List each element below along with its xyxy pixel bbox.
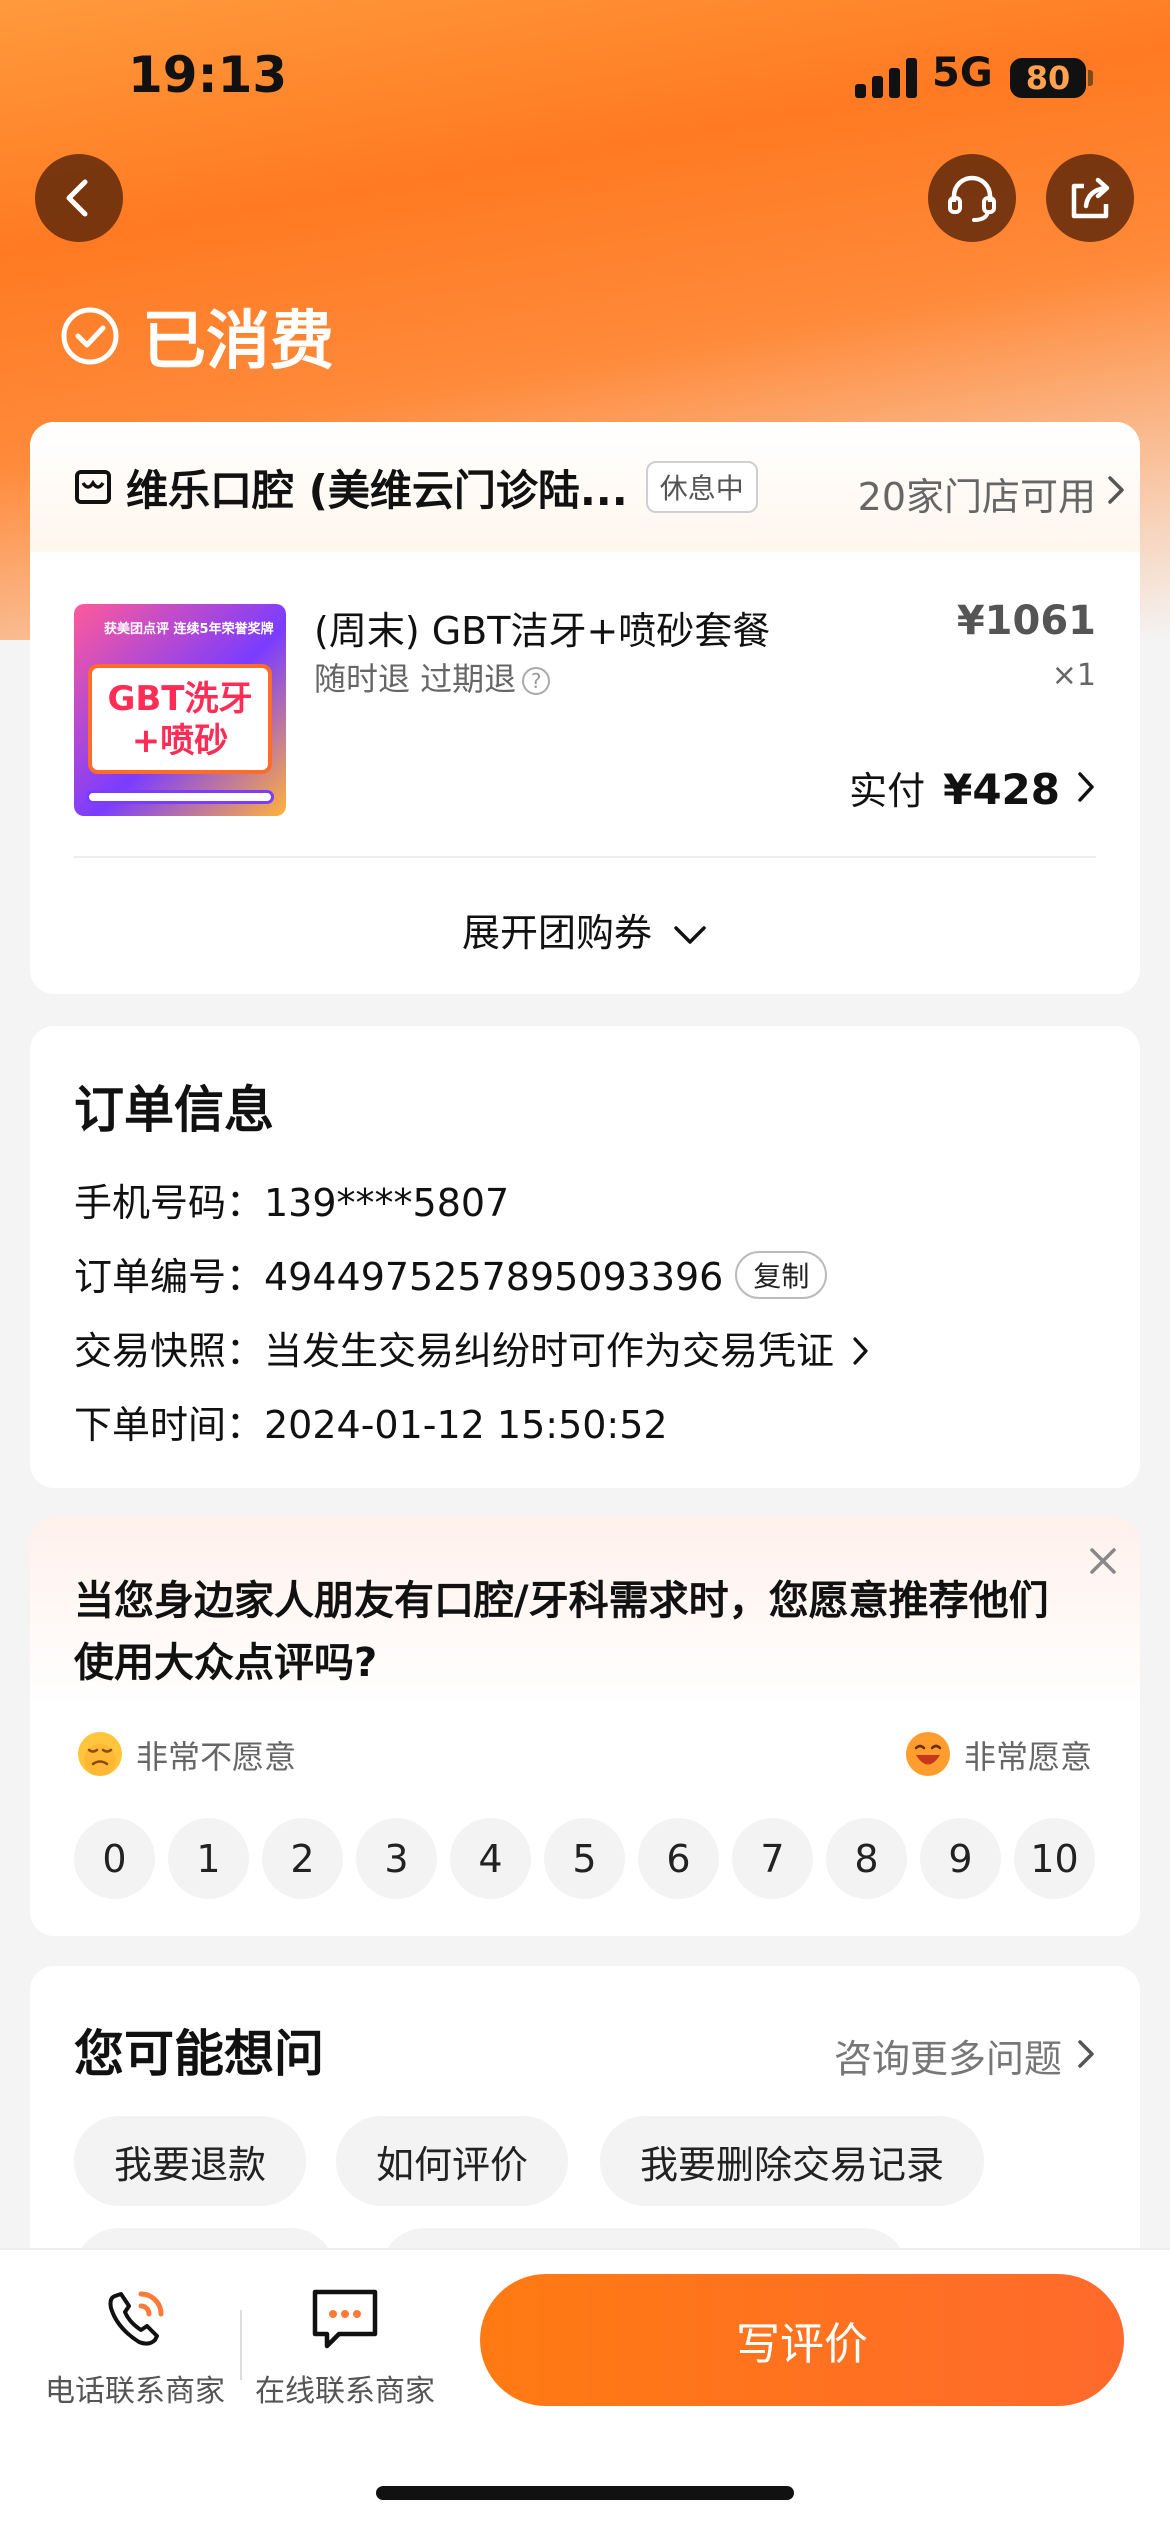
chat-merchant-button[interactable]: 在线联系商家 — [250, 2284, 440, 2410]
chevron-left-icon — [66, 179, 88, 217]
chat-merchant-label: 在线联系商家 — [255, 2374, 435, 2409]
thumb-award-text: 获美团点评 连续5年荣誉奖牌 — [104, 622, 274, 637]
shop-row[interactable]: 维乐口腔 (美维云门诊陆... 休息中 20家门店可用 — [30, 422, 1140, 552]
score-option[interactable]: 9 — [920, 1818, 1001, 1899]
snapshot-text: 交易快照：当发生交易纠纷时可作为交易凭证 — [74, 1329, 835, 1373]
home-indicator[interactable] — [376, 2486, 794, 2500]
score-option[interactable]: 0 — [74, 1818, 155, 1899]
score-selector: 0 1 2 3 4 5 6 7 8 9 10 — [74, 1818, 1095, 1899]
score-option[interactable]: 3 — [356, 1818, 437, 1899]
faq-card: 您可能想问 咨询更多问题 我要退款 如何评价 我要删除交易记录 — [30, 1966, 1140, 2286]
phone-line: 手机号码：139****5807 — [74, 1181, 510, 1225]
faq-chip-review[interactable]: 如何评价 — [336, 2116, 569, 2206]
thumb-text-2: +喷砂 — [131, 721, 229, 761]
score-option[interactable]: 7 — [732, 1818, 813, 1899]
deal-name[interactable]: (周末) GBT洁牙+喷砂套餐 — [314, 600, 770, 655]
available-stores-label: 20家门店可用 — [857, 475, 1096, 519]
expand-vouchers-button[interactable]: 展开团购券 — [30, 902, 1140, 957]
share-icon — [1071, 177, 1110, 219]
snapshot-link[interactable]: 交易快照：当发生交易纠纷时可作为交易凭证 — [74, 1320, 870, 1375]
score-option[interactable]: 6 — [638, 1818, 719, 1899]
survey-question: 当您身边家人朋友有口腔/牙科需求时，您愿意推荐他们使用大众点评吗? — [74, 1578, 1049, 1686]
status-bar: 19:13 5G 80 — [0, 0, 1170, 150]
original-price: ¥1061 — [956, 598, 1096, 644]
battery-tip — [1088, 70, 1093, 86]
customer-service-button[interactable] — [928, 154, 1016, 242]
quantity: ×1 — [1051, 658, 1096, 693]
thumb-label: GBT洗牙 +喷砂 — [88, 664, 272, 774]
phone-icon — [108, 2291, 164, 2346]
unhappy-face-icon — [78, 1732, 122, 1776]
call-merchant-button[interactable]: 电话联系商家 — [40, 2284, 230, 2410]
chat-icon — [312, 2289, 378, 2349]
chevron-right-icon — [1108, 476, 1124, 504]
status-title: 已消费 — [142, 305, 334, 379]
survey-card: 当您身边家人朋友有口腔/牙科需求时，您愿意推荐他们使用大众点评吗? 非常不愿意 … — [30, 1518, 1140, 1936]
refund-policy: 随时退 过期退? — [314, 654, 551, 700]
faq-chip-refund[interactable]: 我要退款 — [74, 2116, 307, 2206]
help-icon[interactable]: ? — [522, 667, 551, 695]
order-time-line: 下单时间：2024-01-12 15:50:52 — [74, 1403, 668, 1447]
expand-label: 展开团购券 — [461, 911, 652, 955]
chevron-right-icon — [1078, 2040, 1094, 2068]
signal-icon — [855, 58, 917, 98]
battery-level: 80 — [1025, 59, 1071, 97]
deal-thumbnail[interactable]: 获美团点评 连续5年荣誉奖牌 GBT洗牙 +喷砂 — [74, 604, 286, 816]
order-number: 订单编号：4944975257895093396 — [74, 1255, 724, 1299]
score-option[interactable]: 4 — [450, 1818, 531, 1899]
battery-icon: 80 — [1010, 58, 1086, 98]
more-questions-link[interactable]: 咨询更多问题 — [834, 2028, 1062, 2083]
thumb-text-1: GBT洗牙 — [107, 679, 253, 719]
shop-name: 维乐口腔 (美维云门诊陆... — [126, 465, 628, 515]
shop-icon — [75, 470, 111, 504]
score-option[interactable]: 5 — [544, 1818, 625, 1899]
thumb-bar — [86, 790, 274, 804]
paid-amount[interactable]: 实付 ¥428 — [849, 760, 1060, 815]
copy-button[interactable]: 复制 — [735, 1251, 828, 1299]
share-button[interactable] — [1046, 154, 1134, 242]
divider — [74, 856, 1096, 858]
order-info-card: 订单信息 手机号码：139****5807 订单编号：4944975257895… — [30, 1026, 1140, 1488]
low-score-label: 非常不愿意 — [136, 1738, 297, 1776]
order-number-line: 订单编号：4944975257895093396 复制 — [74, 1246, 828, 1301]
score-option[interactable]: 1 — [168, 1818, 249, 1899]
order-info-title: 订单信息 — [74, 1081, 274, 1139]
faq-chip-delete-record[interactable]: 我要删除交易记录 — [600, 2116, 985, 2206]
back-button[interactable] — [35, 154, 123, 242]
score-option[interactable]: 10 — [1014, 1818, 1095, 1899]
chevron-down-icon — [674, 926, 706, 944]
network-type: 5G — [932, 50, 993, 96]
chevron-right-icon — [1078, 772, 1094, 802]
score-option[interactable]: 2 — [262, 1818, 343, 1899]
check-circle-icon — [61, 307, 119, 365]
happy-face-icon — [906, 1732, 950, 1776]
available-stores-link[interactable]: 20家门店可用 — [857, 466, 1124, 521]
paid-label: 实付 — [849, 769, 926, 813]
paid-price: ¥428 — [943, 765, 1060, 814]
status-time: 19:13 — [128, 46, 288, 104]
chevron-right-icon — [853, 1337, 868, 1365]
deal-card: 维乐口腔 (美维云门诊陆... 休息中 20家门店可用 获美团点评 连续5年荣誉… — [30, 422, 1140, 994]
faq-title: 您可能想问 — [74, 2025, 324, 2083]
call-merchant-label: 电话联系商家 — [45, 2374, 225, 2409]
order-status: 已消费 — [60, 290, 334, 382]
rest-badge: 休息中 — [645, 461, 758, 513]
refund-policy-text: 随时退 过期退 — [314, 660, 517, 698]
high-score-label: 非常愿意 — [964, 1738, 1093, 1776]
divider — [240, 2310, 242, 2380]
write-review-button[interactable]: 写评价 — [480, 2274, 1124, 2406]
score-option[interactable]: 8 — [826, 1818, 907, 1899]
headset-icon — [948, 175, 996, 222]
close-icon[interactable] — [1088, 1546, 1118, 1576]
